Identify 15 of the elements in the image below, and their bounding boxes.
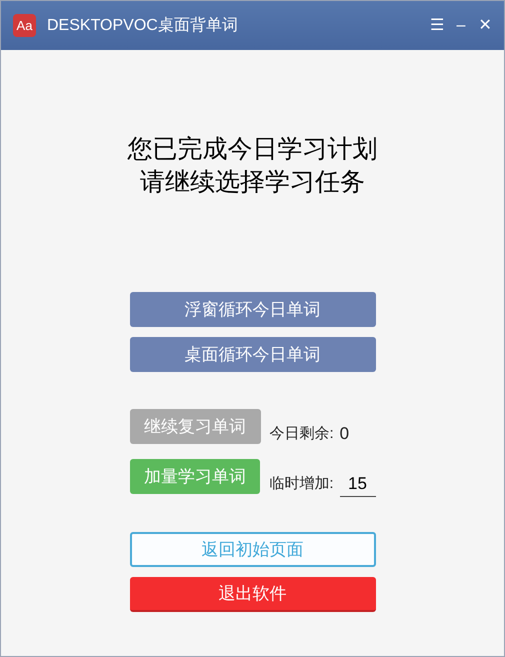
- remaining-count: 0: [340, 423, 350, 445]
- count-field[interactable]: 15: [340, 470, 376, 497]
- completion-message: 您已完成今日学习计划 请继续选择学习任务: [128, 133, 378, 198]
- window-title: DESKTOPVOC桌面背单词: [47, 16, 238, 36]
- action-button[interactable]: 桌面循环今日单词: [130, 337, 376, 372]
- action-button[interactable]: 返回初始页面: [130, 532, 376, 567]
- close-button[interactable]: ✕: [478, 18, 492, 34]
- minimize-button[interactable]: –: [454, 18, 468, 34]
- field-label: 今日剩余:: [270, 424, 334, 444]
- study-button[interactable]: 加量学习单词: [130, 459, 260, 494]
- action-button[interactable]: 浮窗循环今日单词: [130, 292, 376, 327]
- menu-button[interactable]: ☰: [430, 18, 444, 34]
- action-button[interactable]: 退出软件: [130, 577, 376, 612]
- field-label: 临时增加:: [269, 474, 334, 494]
- app-logo: Aa: [13, 14, 36, 37]
